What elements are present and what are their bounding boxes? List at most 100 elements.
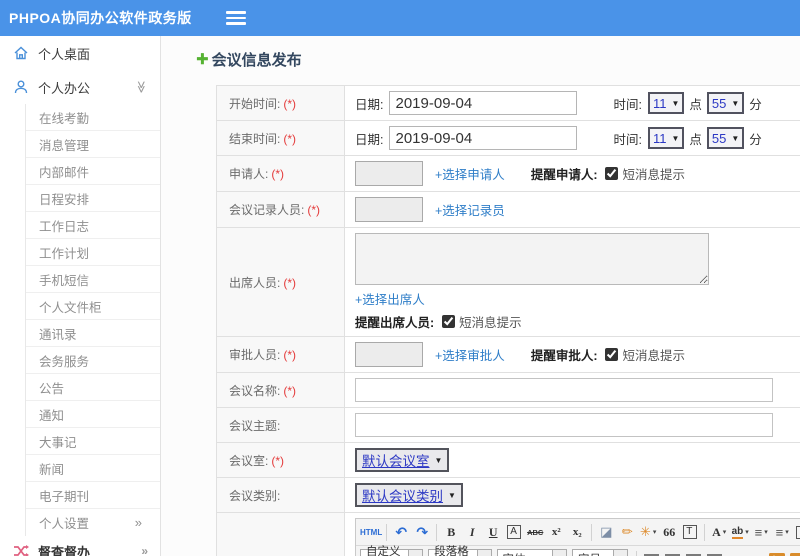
unlink-icon[interactable]: ∞✕ <box>746 550 766 556</box>
applicant-sms-checkbox[interactable] <box>605 167 619 180</box>
rich-text-editor: HTML ↶ ↷ B I U A ABC x² x₂ ◪ ✏ ✳ ▾ 66 T … <box>355 518 800 556</box>
align-left-button[interactable] <box>641 550 661 556</box>
meeting-category-select[interactable]: 默认会议类别 ▼ <box>355 483 463 507</box>
start-hour-select[interactable]: 11 ▼ <box>647 92 685 114</box>
row-content-editor: HTML ↶ ↷ B I U A ABC x² x₂ ◪ ✏ ✳ ▾ 66 T … <box>216 512 800 556</box>
upload-image-icon[interactable] <box>788 550 800 556</box>
sidebar-item-file-cabinet[interactable]: 个人文件柜 <box>26 293 160 320</box>
sidebar-item-office[interactable]: 个人办公 ≫ <box>0 70 160 104</box>
page-title: ✚ 会议信息发布 <box>196 51 302 69</box>
italic-button[interactable]: I <box>462 523 482 542</box>
eraser-icon[interactable]: ◪ <box>596 523 616 542</box>
sidebar-item-sms[interactable]: 手机短信 <box>26 266 160 293</box>
bold-button[interactable]: B <box>441 523 461 542</box>
user-icon <box>12 79 29 96</box>
sidebar-item-announcement[interactable]: 公告 <box>26 374 160 401</box>
meeting-name-input[interactable] <box>355 378 773 402</box>
sidebar-item-label: 督查督办 <box>38 544 91 556</box>
underline-button[interactable]: U <box>483 523 503 542</box>
start-minute-select[interactable]: 55 ▼ <box>706 92 745 114</box>
required-mark: (*) <box>283 348 297 362</box>
html-source-button[interactable]: HTML <box>360 523 382 542</box>
new-page-icon[interactable] <box>793 523 800 542</box>
sidebar-item-conference-service[interactable]: 会务服务 <box>26 347 160 374</box>
end-date-input[interactable] <box>389 126 578 150</box>
sidebar-item-notice[interactable]: 通知 <box>26 401 160 428</box>
strikethrough-button[interactable]: ABC <box>525 523 545 542</box>
dropdown-arrow-icon: ▾ <box>552 550 567 556</box>
superscript-button[interactable]: x² <box>546 523 566 542</box>
row-meeting-subject: 会议主题: <box>216 407 800 443</box>
sidebar-item-attendance[interactable]: 在线考勤 <box>26 104 160 131</box>
blockquote-button[interactable]: 66 <box>659 523 679 542</box>
sidebar-item-messages[interactable]: 消息管理 <box>26 131 160 158</box>
select-recorder-link[interactable]: +选择记录员 <box>435 200 505 219</box>
required-mark: (*) <box>307 203 321 217</box>
select-arrow-icon: ▼ <box>671 98 680 108</box>
insert-image-icon[interactable] <box>767 550 787 556</box>
required-mark: (*) <box>283 131 297 146</box>
dropdown-arrow-icon: ▾ <box>613 550 627 556</box>
attendees-sms-checkbox[interactable] <box>442 315 456 328</box>
align-justify-button[interactable] <box>704 550 724 556</box>
select-approver-link[interactable]: +选择审批人 <box>435 345 505 364</box>
meeting-subject-input[interactable] <box>355 413 773 437</box>
row-approver: 审批人员: (*) +选择审批人 提醒审批人: 短消息提示 <box>216 336 800 373</box>
dropdown-arrow-icon: ▾ <box>785 529 789 536</box>
align-right-button[interactable] <box>683 550 703 556</box>
align-center-button[interactable] <box>662 550 682 556</box>
shuffle-icon <box>12 543 29 556</box>
sidebar-item-news[interactable]: 新闻 <box>26 455 160 482</box>
recorder-input[interactable] <box>355 197 423 222</box>
attendees-textarea[interactable] <box>355 233 709 285</box>
sidebar-item-e-journal[interactable]: 电子期刊 <box>26 482 160 509</box>
sidebar-item-schedule[interactable]: 日程安排 <box>26 185 160 212</box>
end-hour-select[interactable]: 11 ▼ <box>647 127 685 149</box>
undo-icon[interactable]: ↶ <box>391 523 411 542</box>
meeting-room-select[interactable]: 默认会议室 ▼ <box>355 448 450 472</box>
applicant-input[interactable] <box>355 161 423 186</box>
approver-sms-checkbox[interactable] <box>605 348 619 361</box>
format-painter-icon[interactable]: ✳ ▾ <box>638 523 658 542</box>
required-mark: (*) <box>271 453 285 468</box>
remove-format-button[interactable]: A <box>507 525 522 539</box>
select-arrow-icon: ▼ <box>434 455 443 465</box>
approver-input[interactable] <box>355 342 423 367</box>
select-attendees-link[interactable]: +选择出席人 <box>355 289 800 308</box>
link-icon[interactable]: ∞ <box>725 550 745 556</box>
sidebar-item-memorabilia[interactable]: 大事记 <box>26 428 160 455</box>
paragraph-format-combo[interactable]: 段落格式▾ <box>428 546 492 556</box>
sidebar-item-work-plan[interactable]: 工作计划 <box>26 239 160 266</box>
subscript-button[interactable]: x₂ <box>567 523 587 542</box>
application-window: PHPOA协同办公软件政务版 个人桌面 个人办公 ≫ 在线考勤 消息管理 内部邮… <box>0 0 800 556</box>
brush-icon[interactable]: ✏ <box>617 523 637 542</box>
ordered-list-button[interactable]: ≡ ▾ <box>751 523 771 542</box>
row-meeting-room: 会议室: (*) 默认会议室 ▼ <box>216 442 800 478</box>
highlight-button[interactable]: ab ▾ <box>730 523 750 542</box>
sidebar-item-internal-mail[interactable]: 内部邮件 <box>26 158 160 185</box>
select-arrow-icon: ▼ <box>731 133 740 143</box>
heading-style-combo[interactable]: 自定义标题▾ <box>360 546 424 556</box>
font-size-combo[interactable]: 字号▾ <box>572 549 628 556</box>
chevron-right-icon: » <box>141 544 148 556</box>
end-minute-select[interactable]: 55 ▼ <box>706 127 745 149</box>
redo-icon[interactable]: ↷ <box>412 523 432 542</box>
chevron-down-icon: ≫ <box>134 80 149 94</box>
top-bar: PHPOA协同办公软件政务版 <box>0 0 800 36</box>
font-color-button[interactable]: A ▾ <box>709 523 729 542</box>
unordered-list-button[interactable]: ≡ ▾ <box>772 523 792 542</box>
sidebar-item-supervision[interactable]: 督查督办 » <box>0 536 160 556</box>
sidebar-item-contacts[interactable]: 通讯录 <box>26 320 160 347</box>
sidebar-item-personal-settings[interactable]: 个人设置 » <box>26 509 160 536</box>
sidebar-item-work-log[interactable]: 工作日志 <box>26 212 160 239</box>
start-date-input[interactable] <box>389 91 578 115</box>
select-arrow-icon: ▼ <box>671 133 680 143</box>
dropdown-arrow-icon: ▾ <box>652 529 657 536</box>
paste-button[interactable]: T <box>683 525 698 539</box>
sidebar-item-desktop[interactable]: 个人桌面 <box>0 36 160 70</box>
hamburger-menu-icon[interactable] <box>225 11 246 25</box>
select-applicant-link[interactable]: +选择申请人 <box>435 164 505 183</box>
sidebar-item-label: 个人办公 <box>38 80 91 96</box>
meeting-form: 开始时间:(*) 日期: 时间: 11▼ 点 55▼ 分 <box>216 85 800 556</box>
font-family-combo[interactable]: 字体▾ <box>496 549 568 556</box>
